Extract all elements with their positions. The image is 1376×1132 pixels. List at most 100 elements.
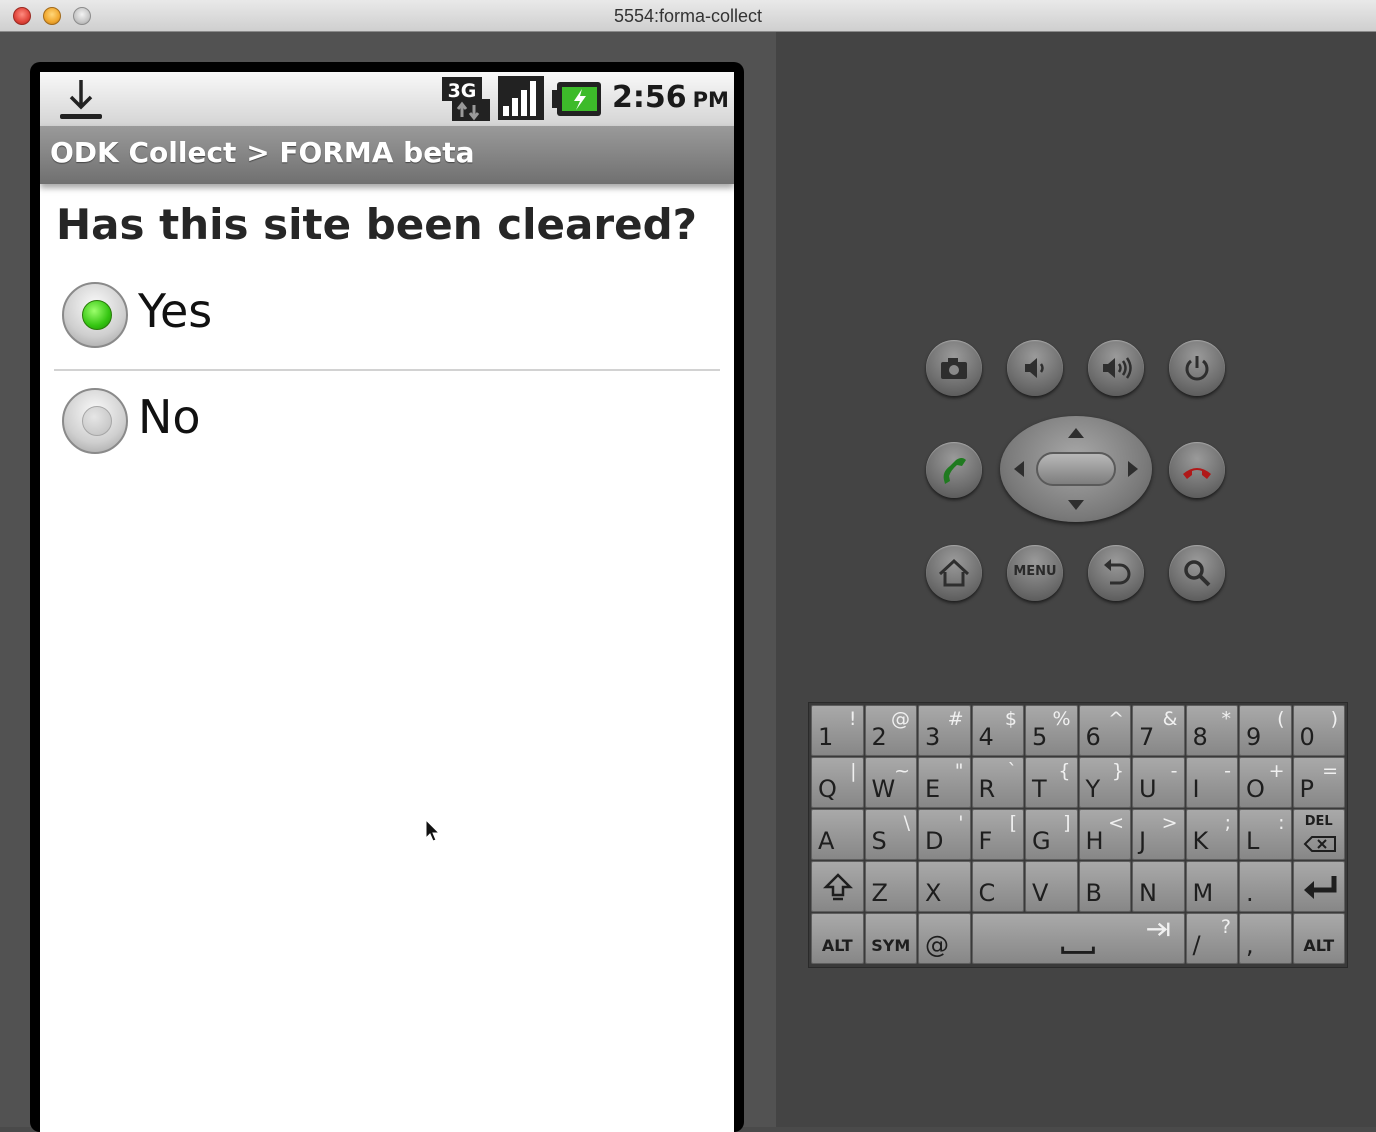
dpad-up-icon[interactable]: [1066, 426, 1086, 440]
key-at[interactable]: @: [918, 913, 971, 964]
key-w[interactable]: W ~: [864, 757, 917, 808]
key-g[interactable]: G]: [1025, 809, 1078, 860]
key-9[interactable]: 9(: [1239, 705, 1292, 756]
key-f[interactable]: F[: [971, 809, 1024, 860]
back-button[interactable]: [1088, 545, 1144, 601]
key-y[interactable]: Y}: [1078, 757, 1131, 808]
key-label: Y: [1085, 775, 1101, 803]
key-h[interactable]: H <: [1078, 809, 1131, 860]
key-label: M: [1192, 879, 1214, 907]
back-icon: [1104, 559, 1131, 585]
key-r[interactable]: R `: [971, 757, 1024, 808]
key-alt-label: ]: [1063, 812, 1071, 834]
key-2[interactable]: 2 @: [864, 705, 917, 756]
key-t[interactable]: T{: [1025, 757, 1078, 808]
key-alt-label: \: [903, 812, 910, 834]
key-label: S: [871, 827, 887, 855]
network-3g-icon: 3G: [442, 77, 490, 121]
dpad-down-icon[interactable]: [1066, 498, 1086, 512]
key-3[interactable]: 3 #: [918, 705, 971, 756]
power-icon: [1185, 356, 1209, 381]
key-label: J: [1139, 827, 1147, 855]
window-title: 5554:forma-collect: [613, 6, 763, 26]
alt-key-left[interactable]: ALT: [811, 913, 864, 964]
option-yes[interactable]: Yes: [54, 276, 720, 372]
delete-key[interactable]: DEL: [1292, 809, 1345, 860]
key-u[interactable]: U-: [1132, 757, 1185, 808]
key-e[interactable]: E ": [918, 757, 971, 808]
key-x[interactable]: X: [918, 861, 971, 912]
key-0[interactable]: 0): [1292, 705, 1345, 756]
key-q[interactable]: Q |: [811, 757, 864, 808]
shift-key[interactable]: [811, 861, 864, 912]
key-j[interactable]: J >: [1132, 809, 1185, 860]
window-titlebar: 5554:forma-collect: [0, 0, 1376, 32]
end-call-button[interactable]: [1169, 442, 1225, 498]
clock-time: 2:56: [612, 80, 687, 115]
key-z[interactable]: Z: [864, 861, 917, 912]
key-c[interactable]: C: [971, 861, 1024, 912]
key-7[interactable]: 7 &: [1132, 705, 1185, 756]
svg-text:3G: 3G: [448, 80, 477, 102]
enter-icon: [1303, 876, 1336, 899]
radio-button-selected[interactable]: [62, 282, 128, 348]
key-d[interactable]: D ': [918, 809, 971, 860]
key-label: 0: [1299, 723, 1315, 751]
key-5[interactable]: 5%: [1025, 705, 1078, 756]
key-comma[interactable]: ,: [1239, 913, 1292, 964]
key-label: L: [1246, 827, 1260, 855]
key-s[interactable]: S \: [864, 809, 917, 860]
key-label: H: [1085, 827, 1104, 855]
call-button[interactable]: [926, 442, 982, 498]
key-6[interactable]: 6 ^: [1078, 705, 1131, 756]
volume-down-button[interactable]: [1007, 340, 1063, 396]
key-v[interactable]: V: [1025, 861, 1078, 912]
menu-button[interactable]: MENU: [1007, 545, 1063, 601]
key-label: ,: [1246, 931, 1254, 959]
key-slash[interactable]: /?: [1185, 913, 1238, 964]
key-o[interactable]: O +: [1239, 757, 1292, 808]
breadcrumb: ODK Collect > FORMA beta: [50, 136, 475, 169]
key-label: I: [1192, 775, 1200, 803]
key-alt-label: ?: [1220, 916, 1231, 938]
alt-key-right[interactable]: ALT: [1292, 913, 1345, 964]
key-k[interactable]: K;: [1185, 809, 1238, 860]
volume-up-button[interactable]: [1088, 340, 1144, 396]
download-icon[interactable]: [58, 76, 104, 122]
search-button[interactable]: [1169, 545, 1225, 601]
key-i[interactable]: I-: [1185, 757, 1238, 808]
key-label: 8: [1192, 723, 1208, 751]
key-l[interactable]: L:: [1239, 809, 1292, 860]
home-button[interactable]: [926, 545, 982, 601]
radio-button-unselected[interactable]: [62, 388, 128, 454]
key-8[interactable]: 8 *: [1185, 705, 1238, 756]
key-alt-label: $: [1004, 708, 1017, 730]
key-period[interactable]: .: [1239, 861, 1292, 912]
key-p[interactable]: P =: [1292, 757, 1345, 808]
key-1[interactable]: 1!: [811, 705, 864, 756]
key-label: K: [1192, 827, 1209, 855]
enter-key[interactable]: [1292, 861, 1345, 912]
camera-button[interactable]: [926, 340, 982, 396]
power-button[interactable]: [1169, 340, 1225, 396]
key-label: X: [925, 879, 942, 907]
space-key[interactable]: [971, 913, 1185, 964]
dpad-center-button[interactable]: [1036, 452, 1116, 486]
key-alt-label: ": [954, 760, 964, 782]
dpad-right-icon[interactable]: [1126, 459, 1140, 479]
dpad[interactable]: [1000, 416, 1152, 522]
key-b[interactable]: B: [1078, 861, 1131, 912]
key-a[interactable]: A: [811, 809, 864, 860]
end-call-icon: [1183, 468, 1211, 479]
option-no[interactable]: No: [54, 382, 720, 478]
key-m[interactable]: M: [1185, 861, 1238, 912]
question-text: Has this site been cleared?: [56, 200, 697, 249]
radio-dot: [82, 300, 112, 330]
key-4[interactable]: 4 $: [971, 705, 1024, 756]
key-label: 5: [1032, 723, 1048, 751]
dpad-left-icon[interactable]: [1012, 459, 1026, 479]
sym-key[interactable]: SYM: [864, 913, 917, 964]
key-alt-label: ): [1330, 708, 1338, 730]
key-n[interactable]: N: [1132, 861, 1185, 912]
key-alt-label: @: [891, 708, 910, 730]
